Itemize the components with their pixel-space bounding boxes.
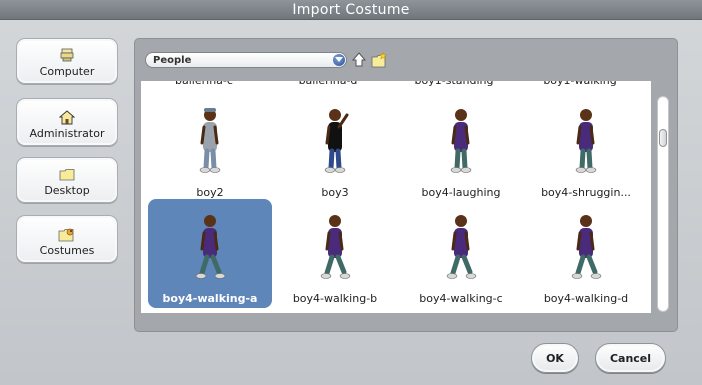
new-folder-button[interactable] [371,51,388,68]
cancel-button[interactable]: Cancel [595,343,666,373]
costume-tile[interactable]: boy2 [148,93,272,202]
costume-thumbnail [273,211,397,281]
costume-thumbnail [524,211,648,281]
costume-thumbnail [148,211,272,281]
costume-name-partial: ballerina-d [265,81,391,87]
costumes-folder-icon [58,226,76,242]
costume-tile[interactable]: boy4-shruggin... [524,93,648,202]
costume-thumbnail [399,211,523,281]
location-label: Administrator [29,127,105,140]
ok-button-label: OK [546,351,564,365]
file-browser-panel: People ballerina-c ballerina-d boy1-stan… [134,38,678,332]
scrollbar-thumb[interactable] [659,129,667,147]
costume-name-partial: boy1-standing [391,81,517,87]
costume-name-partial: ballerina-c [141,81,267,87]
partial-row: ballerina-c ballerina-d boy1-standing bo… [141,81,651,88]
costume-thumbnail [399,105,523,175]
costume-thumbnail [524,105,648,175]
folder-select[interactable]: People [145,52,347,68]
location-button-administrator[interactable]: Administrator [16,98,118,146]
costume-name: boy4-shruggin... [541,186,631,199]
costume-thumbnail [273,105,397,175]
computer-icon [59,47,75,63]
browser-toolbar: People [135,39,677,81]
folder-select-value: People [153,54,192,66]
costume-name: boy4-walking-c [419,292,503,305]
chevron-down-icon [333,54,345,66]
vertical-scrollbar[interactable] [657,96,669,312]
location-button-costumes[interactable]: Costumes [16,215,118,263]
costume-name-partial: boy1-walking [517,81,643,87]
ok-button[interactable]: OK [531,343,579,373]
costume-name: boy4-walking-d [543,292,629,305]
costume-tile[interactable]: boy4-walking-c [399,199,523,308]
costume-tile[interactable]: boy4-walking-b [273,199,397,308]
costume-name: boy4-laughing [421,186,501,199]
costume-name: boy4-walking-a [162,292,258,305]
location-label: Computer [39,65,95,78]
title-bar[interactable]: Import Costume [0,0,702,20]
costume-grid: ballerina-c ballerina-d boy1-standing bo… [141,81,651,313]
parent-folder-button[interactable] [351,52,368,68]
costume-tile[interactable]: boy3 [273,93,397,202]
costume-name: boy4-walking-b [292,292,378,305]
costume-tile[interactable]: boy4-walking-a [148,199,272,308]
location-label: Costumes [39,244,95,257]
costume-name: boy3 [321,186,349,199]
costume-tile[interactable]: boy4-walking-d [524,199,648,308]
home-icon [59,109,75,125]
folder-icon [59,166,75,182]
costume-name: boy2 [196,186,224,199]
costume-thumbnail [148,105,272,175]
costume-tile[interactable]: boy4-laughing [399,93,523,202]
location-button-computer[interactable]: Computer [16,38,118,84]
location-label: Desktop [44,184,90,197]
location-button-desktop[interactable]: Desktop [16,157,118,203]
cancel-button-label: Cancel [609,351,652,365]
dialog-title: Import Costume [292,1,410,18]
